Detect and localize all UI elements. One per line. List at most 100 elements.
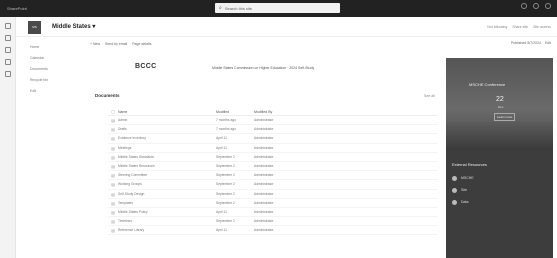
folder-icon: ▤: [111, 118, 115, 123]
document-name[interactable]: Templates: [118, 199, 216, 207]
table-row[interactable]: ▤ Templates September 2 Administrator: [108, 199, 438, 208]
see-all-link[interactable]: See all: [424, 94, 435, 98]
document-name[interactable]: Self-Study Design: [118, 190, 216, 198]
settings-icon[interactable]: [521, 3, 527, 9]
folder-icon: ▤: [111, 228, 115, 234]
event-panel: MSCHE Conference 22 Dec Learn more Exter…: [446, 58, 553, 258]
document-modified-by: Administrator: [254, 118, 274, 122]
column-header-modified-by[interactable]: Modified By: [254, 108, 304, 115]
files-icon[interactable]: [4, 59, 11, 65]
table-row[interactable]: ▤ Middle States Policy April 11 Administrat…: [108, 208, 438, 218]
news-icon[interactable]: [4, 47, 11, 53]
document-name[interactable]: Timelines: [118, 217, 216, 225]
nav-item-calendar[interactable]: Calendar: [30, 54, 76, 62]
folder-icon: ▤: [111, 191, 115, 197]
home-icon[interactable]: [4, 23, 11, 29]
send-email-button[interactable]: Send by email: [105, 42, 127, 46]
document-modified: April 11: [216, 209, 227, 214]
document-name[interactable]: Admin: [118, 116, 216, 124]
nav-item-recycle-bin[interactable]: Recycle bin: [30, 76, 76, 84]
nav-item-home[interactable]: Home: [30, 43, 76, 51]
top-icons: [521, 3, 551, 9]
follow-button[interactable]: Not following: [487, 25, 507, 29]
document-name[interactable]: Middle States Policy: [118, 208, 216, 216]
document-modified: April 11: [216, 228, 227, 233]
event-title[interactable]: MSCHE Conference: [469, 82, 505, 87]
column-header-modified[interactable]: Modified: [216, 108, 254, 115]
help-icon[interactable]: [533, 3, 539, 9]
document-modified: September 2: [216, 191, 235, 196]
document-modified-by: Administrator: [254, 209, 274, 214]
document-name[interactable]: Steering Committee: [118, 171, 216, 179]
search-icon: ⌕: [219, 5, 222, 11]
sharepoint-window: SharePoint ⌕ Search this site MS Middle …: [0, 0, 557, 258]
search-input[interactable]: ⌕ Search this site: [215, 3, 340, 13]
event-learn-more-button[interactable]: Learn more: [494, 113, 516, 121]
quick-link-site[interactable]: Site: [452, 186, 467, 194]
new-button[interactable]: + New: [90, 42, 100, 46]
table-row[interactable]: ▤ Drafts 7 months ago Administrator: [108, 125, 438, 135]
table-row[interactable]: ▤ Steering Committee September 2 Administra…: [108, 171, 438, 181]
sites-icon[interactable]: [4, 35, 11, 41]
event-date: 22: [496, 96, 504, 103]
app-name[interactable]: SharePoint: [7, 6, 203, 11]
share-button[interactable]: Share site: [512, 25, 528, 29]
page-details-button[interactable]: Page details: [132, 42, 151, 46]
document-name[interactable]: Evidence Inventory: [118, 134, 216, 142]
document-name[interactable]: Middle States Resources: [118, 162, 216, 170]
quick-link-msche[interactable]: MSCHE: [452, 174, 474, 182]
document-name[interactable]: Reference Library: [118, 226, 216, 234]
table-row[interactable]: ▤ Admin 7 months ago Administrator: [108, 116, 438, 126]
link-icon: [452, 187, 457, 193]
document-name[interactable]: Drafts: [118, 125, 216, 133]
document-modified: September 2: [216, 219, 235, 224]
suite-bar: SharePoint ⌕ Search this site: [0, 0, 557, 17]
site-access-button[interactable]: Site access: [533, 25, 551, 29]
document-modified: April 11: [216, 145, 227, 150]
table-row[interactable]: ▤ Middle States Standards September 2 Admin…: [108, 153, 438, 162]
quick-link-data[interactable]: Data: [452, 198, 468, 206]
folder-icon: ▤: [111, 182, 115, 188]
table-row[interactable]: ▤ Self-Study Design September 2 Administrat…: [108, 190, 438, 199]
site-title[interactable]: Middle States ▾: [52, 23, 95, 30]
folder-icon: ▤: [111, 209, 115, 215]
document-name[interactable]: Working Groups: [118, 180, 216, 188]
table-row[interactable]: ▤ Middle States Resources September 2 Admin…: [108, 162, 438, 172]
document-modified-by: Administrator: [254, 219, 274, 224]
link-icon: [452, 199, 457, 205]
link-icon: [452, 175, 457, 181]
edit-button[interactable]: Edit: [545, 41, 551, 45]
document-modified: September 2: [216, 200, 235, 205]
folder-icon: ▤: [111, 163, 115, 169]
table-row[interactable]: ▤ Working Groups September 2 Administrator: [108, 180, 438, 190]
document-modified-by: Administrator: [254, 191, 274, 196]
app-rail: [0, 17, 16, 258]
lists-icon[interactable]: [4, 71, 11, 77]
document-modified: 7 months ago: [216, 118, 236, 122]
document-modified: September 2: [216, 173, 235, 178]
folder-icon: ▤: [111, 154, 115, 160]
document-name[interactable]: Meetings: [118, 144, 216, 152]
command-bar: + New Send by email Page details Publish…: [78, 37, 557, 50]
banner-title: Middle States Commission on Higher Educa…: [212, 66, 315, 70]
column-header-name[interactable]: Name: [118, 108, 216, 115]
table-row[interactable]: ▤ Timelines September 2 Administrator: [108, 217, 438, 227]
document-modified: September 2: [216, 154, 235, 159]
document-name[interactable]: Middle States Standards: [118, 153, 216, 161]
table-row[interactable]: ▤ Evidence Inventory April 11 Administrator: [108, 134, 438, 144]
links-heading: External Resources: [452, 162, 487, 167]
document-modified-by: Administrator: [254, 228, 274, 233]
nav-item-documents[interactable]: Documents: [30, 65, 76, 73]
table-row[interactable]: ▤ Reference Library April 11 Administrator: [108, 226, 438, 236]
site-header-actions: Not following Share site Site access: [487, 25, 551, 29]
avatar[interactable]: [545, 3, 551, 9]
document-modified-by: Administrator: [254, 200, 274, 205]
site-logo[interactable]: MS: [28, 21, 41, 34]
document-modified-by: Administrator: [254, 173, 274, 178]
nav-item-edit[interactable]: Edit: [30, 87, 76, 95]
event-image: [446, 58, 553, 150]
document-modified: 7 months ago: [216, 127, 236, 132]
table-row[interactable]: ▤ Meetings April 11 Administrator: [108, 144, 438, 153]
quick-link-label: Site: [461, 188, 468, 192]
document-modified-by: Administrator: [254, 182, 274, 187]
